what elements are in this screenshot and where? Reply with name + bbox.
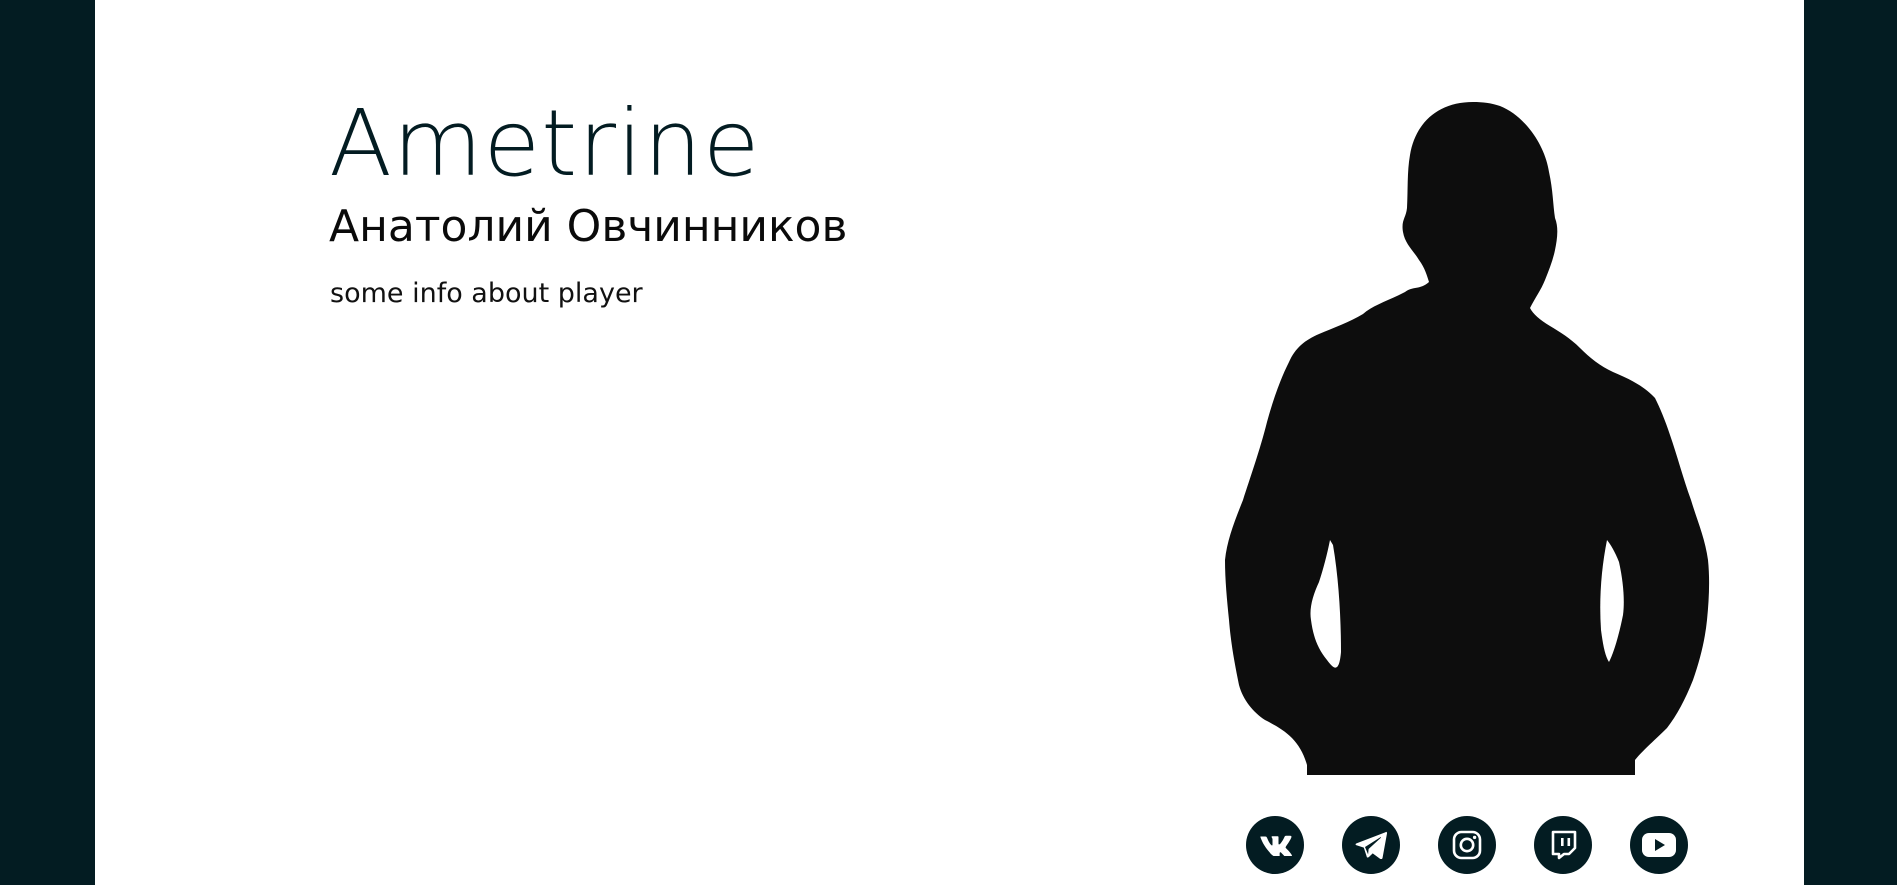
player-photo-silhouette [1225,102,1710,775]
vk-link[interactable] [1246,816,1304,874]
instagram-icon [1452,830,1482,860]
vk-icon [1260,835,1292,856]
player-real-name: Анатолий Овчинников [329,201,848,252]
telegram-link[interactable] [1342,816,1400,874]
youtube-icon [1642,833,1676,857]
social-links [1246,816,1688,874]
player-nickname: Ametrine [329,90,761,197]
player-info: some info about player [330,278,643,309]
telegram-icon [1355,831,1387,859]
twitch-link[interactable] [1534,816,1592,874]
player-card: Ametrine Анатолий Овчинников some info a… [95,0,1804,885]
instagram-link[interactable] [1438,816,1496,874]
youtube-link[interactable] [1630,816,1688,874]
twitch-icon [1551,830,1577,860]
